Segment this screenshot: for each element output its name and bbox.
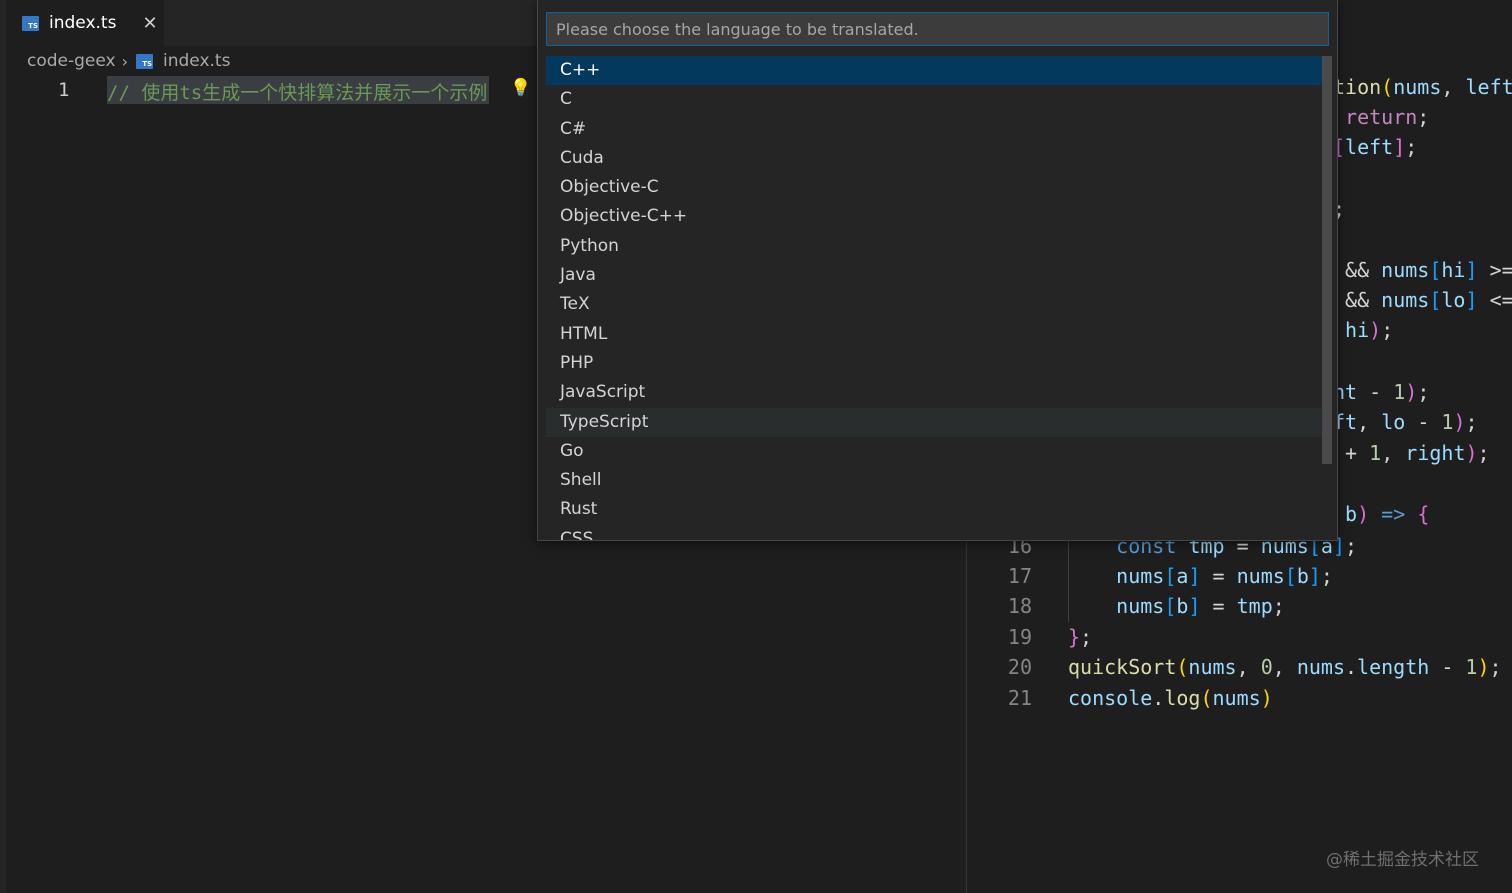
code-line-partial: + 1, right);: [1345, 441, 1490, 465]
chevron-right-icon: ›: [121, 51, 129, 71]
language-option-csharp[interactable]: C#: [546, 115, 1322, 144]
line-number: 17: [1007, 564, 1032, 588]
language-option-objective-c[interactable]: Objective-C: [546, 173, 1322, 202]
language-option-shell[interactable]: Shell: [546, 466, 1322, 495]
tab-label: index.ts: [49, 13, 117, 33]
breadcrumb-file[interactable]: index.ts: [163, 51, 230, 71]
code-line: console.log(nums): [1068, 686, 1273, 710]
language-option-cuda[interactable]: Cuda: [546, 144, 1322, 173]
code-line-partial: && nums[lo] <=: [1345, 288, 1512, 312]
code-line: nums[a] = nums[b];: [1116, 564, 1333, 588]
code-line-partial: && nums[hi] >=: [1345, 258, 1512, 282]
language-option-cpp[interactable]: C++: [546, 56, 1322, 86]
line-number: 21: [1007, 686, 1032, 710]
breadcrumb: code-geex › TS index.ts: [27, 49, 230, 73]
list-scrollbar[interactable]: [1322, 56, 1332, 464]
code-line-partial: b) => {: [1345, 502, 1430, 526]
language-option-python[interactable]: Python: [546, 232, 1322, 261]
language-option-objective-cpp[interactable]: Objective-C++: [546, 202, 1322, 231]
lightbulb-icon[interactable]: 💡: [510, 78, 531, 98]
language-option-php[interactable]: PHP: [546, 349, 1322, 378]
line-number: 1: [58, 79, 70, 101]
language-option-rust[interactable]: Rust: [546, 495, 1322, 524]
code-line-partial: return;: [1345, 105, 1430, 129]
line-number: 20: [1007, 655, 1032, 679]
language-option-typescript[interactable]: TypeScript: [546, 407, 1322, 437]
language-quick-pick: C++ C C# Cuda Objective-C Objective-C++ …: [537, 0, 1338, 541]
code-line: nums[b] = tmp;: [1116, 594, 1285, 618]
language-option-c[interactable]: C: [546, 85, 1322, 114]
watermark: @稀土掘金技术社区: [1326, 850, 1479, 870]
breadcrumb-folder[interactable]: code-geex: [27, 51, 116, 71]
code-line-partial: ft, lo - 1);: [1333, 410, 1478, 434]
language-search-input[interactable]: [546, 12, 1329, 46]
line-number: 18: [1007, 594, 1032, 618]
close-icon[interactable]: ✕: [142, 13, 157, 34]
language-option-css[interactable]: CSS: [546, 525, 1322, 540]
code-line: quickSort(nums, 0, nums.length - 1);: [1068, 655, 1502, 679]
language-option-java[interactable]: Java: [546, 261, 1322, 290]
ts-file-icon: TS: [136, 53, 154, 69]
language-option-go[interactable]: Go: [546, 437, 1322, 466]
code-line-partial: tion(nums, left: [1333, 75, 1512, 99]
tab-index-ts[interactable]: TS index.ts ✕: [6, 0, 164, 46]
ts-file-icon: TS: [22, 15, 39, 31]
code-comment[interactable]: // 使用ts生成一个快排算法并展示一个示例: [107, 76, 490, 104]
language-option-tex[interactable]: TeX: [546, 290, 1322, 319]
code-line-partial: hi);: [1345, 318, 1394, 342]
code-line-partial: nt - 1);: [1333, 380, 1430, 404]
language-list: C++ C C# Cuda Objective-C Objective-C++ …: [546, 56, 1322, 540]
language-option-javascript[interactable]: JavaScript: [546, 378, 1322, 407]
line-number: 19: [1007, 625, 1032, 649]
code-line-partial: [left];: [1333, 135, 1418, 159]
code-line: };: [1068, 625, 1093, 649]
activity-strip: [0, 0, 6, 893]
language-option-html[interactable]: HTML: [546, 320, 1322, 349]
indent-guide: [1068, 540, 1069, 622]
